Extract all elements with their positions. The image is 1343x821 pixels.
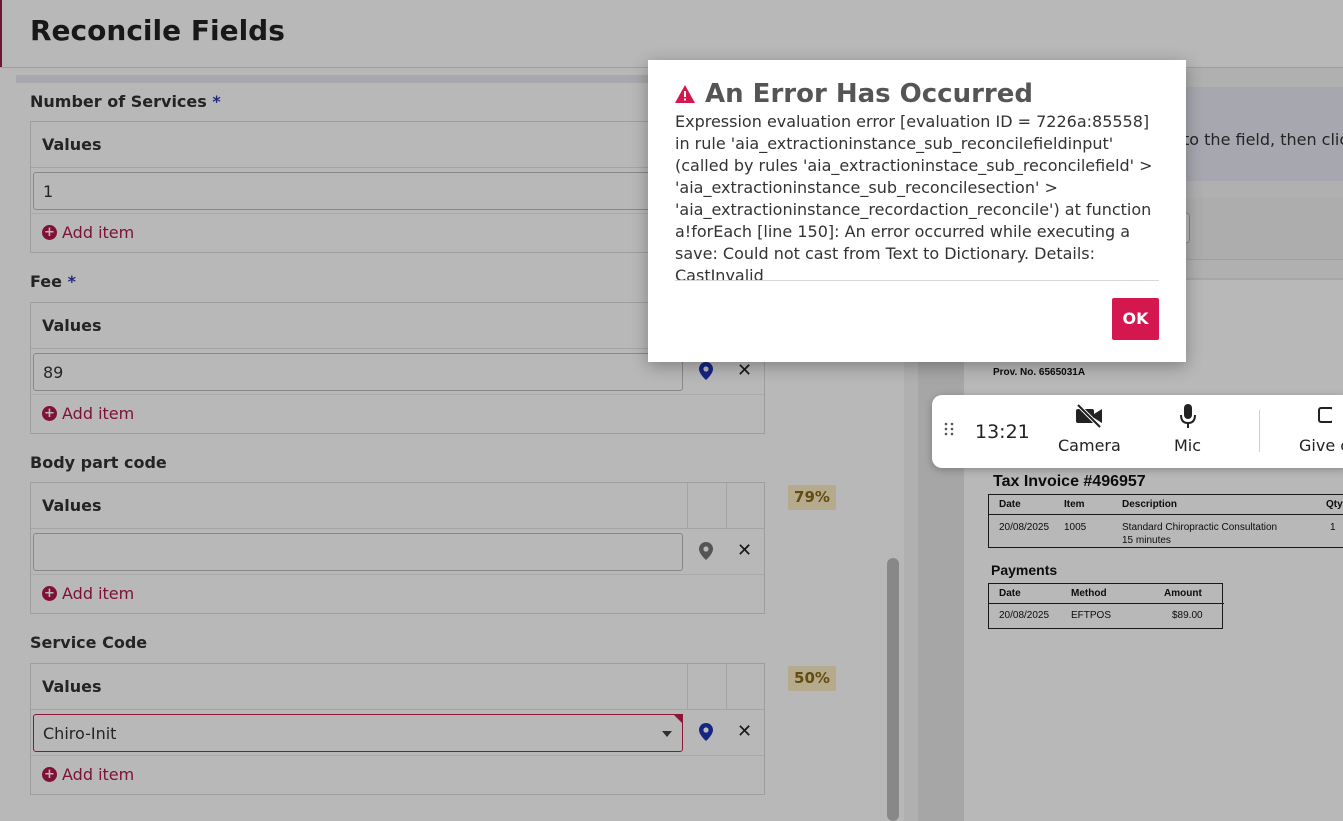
give-control-button[interactable]: Give c xyxy=(1299,403,1343,455)
call-timer: 13:21 xyxy=(975,421,1030,443)
microphone-icon xyxy=(1179,404,1196,428)
dialog-title: An Error Has Occurred xyxy=(675,79,1033,109)
drag-handle-icon[interactable] xyxy=(944,422,954,436)
dialog-divider xyxy=(675,280,1159,281)
mic-button[interactable]: Mic xyxy=(1174,403,1201,455)
camera-off-icon xyxy=(1076,403,1103,429)
warning-icon xyxy=(675,85,695,103)
camera-button[interactable]: Camera xyxy=(1058,403,1121,455)
give-control-icon xyxy=(1318,407,1335,423)
camera-label: Camera xyxy=(1058,436,1121,455)
give-control-label: Give c xyxy=(1299,436,1343,455)
call-bar-divider xyxy=(1259,410,1260,452)
dialog-title-text: An Error Has Occurred xyxy=(705,79,1033,109)
dialog-message: Expression evaluation error [evaluation … xyxy=(675,112,1153,285)
call-control-bar: 13:21 Camera Mic Give c xyxy=(932,395,1343,468)
error-dialog: An Error Has Occurred Expression evaluat… xyxy=(648,60,1186,362)
ok-button[interactable]: OK xyxy=(1112,298,1159,340)
mic-label: Mic xyxy=(1174,436,1202,455)
